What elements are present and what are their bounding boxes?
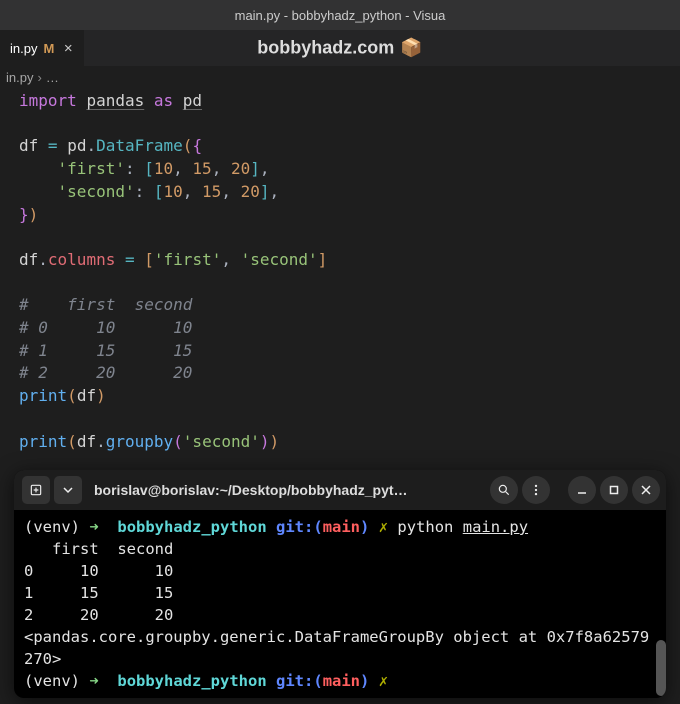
overlay-title: bobbyhadz.com 📦: [257, 38, 422, 59]
terminal-scrollbar[interactable]: [656, 640, 666, 696]
breadcrumb-file: in.py: [6, 70, 33, 85]
terminal-header: borislav@borislav:~/Desktop/bobbyhadz_py…: [14, 470, 666, 510]
window-titlebar: main.py - bobbyhadz_python - Visua: [0, 0, 680, 30]
terminal-menu-button[interactable]: [522, 476, 550, 504]
window-title: main.py - bobbyhadz_python - Visua: [235, 8, 446, 23]
tab-filename: in.py: [10, 41, 37, 56]
tab-main-py[interactable]: in.py M ×: [0, 30, 85, 66]
terminal-output-row: 0 10 10: [24, 562, 173, 580]
terminal-output-row: 2 20 20: [24, 606, 173, 624]
terminal-dropdown-button[interactable]: [54, 476, 82, 504]
maximize-button[interactable]: [600, 476, 628, 504]
terminal-body[interactable]: (venv) ➜ bobbyhadz_python git:(main) ✗ p…: [14, 510, 666, 698]
editor-tabbar: in.py M × bobbyhadz.com 📦: [0, 30, 680, 66]
terminal-output-header: first second: [24, 540, 173, 558]
close-icon[interactable]: ×: [60, 40, 76, 57]
tab-modified-badge: M: [43, 41, 54, 56]
package-icon: 📦: [400, 38, 422, 59]
terminal-window: borislav@borislav:~/Desktop/bobbyhadz_py…: [14, 470, 666, 698]
breadcrumb[interactable]: in.py › …: [0, 66, 680, 88]
terminal-output-object: <pandas.core.groupby.generic.DataFrameGr…: [24, 628, 649, 668]
overlay-site: bobbyhadz.com: [257, 38, 394, 59]
code-editor[interactable]: import pandas as pd df = pd.DataFrame({ …: [0, 88, 680, 470]
search-icon[interactable]: [490, 476, 518, 504]
terminal-new-tab-button[interactable]: [22, 476, 50, 504]
terminal-title: borislav@borislav:~/Desktop/bobbyhadz_py…: [86, 482, 486, 498]
terminal-output-row: 1 15 15: [24, 584, 173, 602]
breadcrumb-more: …: [46, 70, 59, 85]
minimize-button[interactable]: [568, 476, 596, 504]
close-button[interactable]: [632, 476, 660, 504]
chevron-right-icon: ›: [37, 70, 41, 85]
